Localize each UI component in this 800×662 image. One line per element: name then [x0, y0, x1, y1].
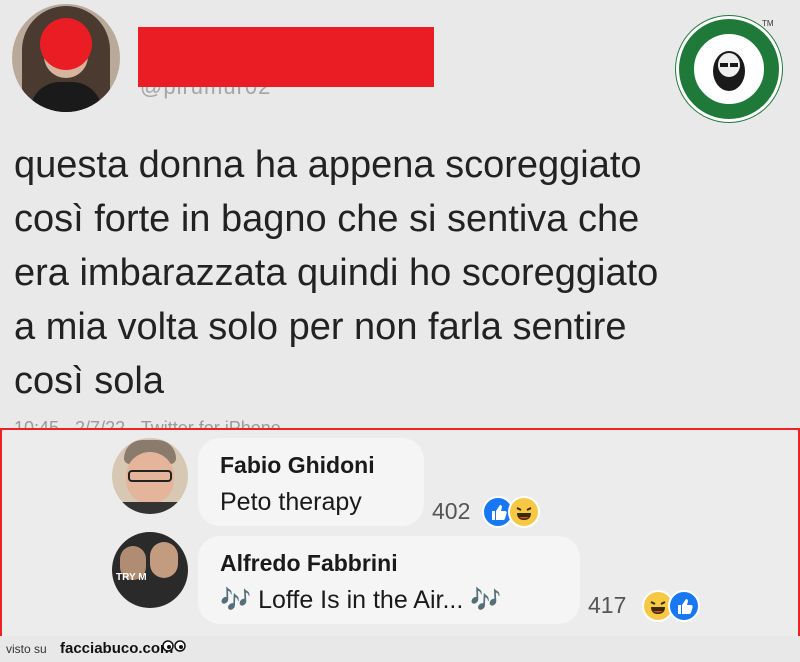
laughing-face-glyph: [516, 507, 532, 520]
footer-label: visto su: [6, 642, 47, 656]
tweet-line: così sola: [14, 360, 164, 402]
thumbs-up-glyph: [678, 599, 693, 614]
reaction-count[interactable]: 417: [588, 592, 626, 619]
tweet-card: @pirumur02 TM questa donna ha appena sco…: [0, 0, 800, 438]
trademark-mark: TM: [762, 19, 774, 28]
tweet-line: a mia volta solo per non farla sentire: [14, 306, 627, 348]
tweet-author-avatar[interactable]: [12, 4, 120, 112]
avatar-glasses: [128, 470, 172, 482]
reaction-count[interactable]: 402: [432, 498, 470, 525]
avatar-redaction: [40, 18, 92, 70]
commenter-name[interactable]: Fabio Ghidoni: [220, 452, 375, 479]
logo-emblem: [692, 32, 766, 106]
like-icon[interactable]: [668, 590, 700, 622]
eyes-icon: [162, 640, 186, 652]
tweet-line: era imbarazzata quindi ho scoreggiato: [14, 252, 659, 294]
commenti-memorabili-logo: [676, 16, 782, 122]
avatar-caption: TRY M: [116, 572, 147, 583]
comment-text: 🎶 Loffe Is in the Air... 🎶: [220, 586, 502, 614]
comments-section: Fabio Ghidoni Peto therapy 402 TRY M Alf…: [0, 428, 800, 640]
tweet-line: così forte in bagno che si sentiva che: [14, 198, 640, 240]
watermark-footer: visto su facciabuco.com: [0, 636, 800, 662]
author-name-redaction: [138, 27, 434, 87]
tweet-body: questa donna ha appena scoreggiato così …: [14, 138, 794, 408]
comment-text: Peto therapy: [220, 488, 362, 516]
commenter-name[interactable]: Alfredo Fabbrini: [220, 550, 398, 577]
haha-icon[interactable]: [508, 496, 540, 528]
footer-site[interactable]: facciabuco.com: [60, 640, 173, 657]
avatar-person: [150, 542, 178, 578]
avatar-shirt: [120, 502, 180, 514]
tweet-line: questa donna ha appena scoreggiato: [14, 144, 642, 186]
comment-bubble: Fabio Ghidoni Peto therapy: [198, 438, 424, 526]
comment-bubble: Alfredo Fabbrini 🎶 Loffe Is in the Air..…: [198, 536, 580, 624]
commenter-avatar[interactable]: TRY M: [112, 532, 188, 608]
commenter-avatar[interactable]: [112, 438, 188, 514]
